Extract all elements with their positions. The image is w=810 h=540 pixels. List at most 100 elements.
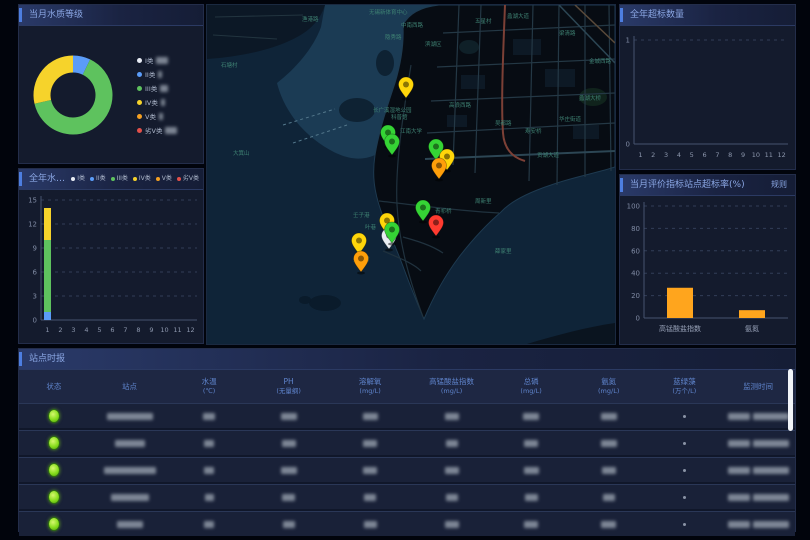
table-row[interactable] bbox=[19, 484, 795, 509]
legend-value-redacted bbox=[160, 85, 168, 92]
map-place-label: 金城西路 bbox=[589, 57, 612, 65]
donut-slice-IV类[interactable] bbox=[42, 64, 73, 102]
legend-item-V类[interactable]: V类 bbox=[137, 111, 177, 121]
map-place-label: 渔港路 bbox=[302, 15, 319, 23]
panel-station-report: 站点时报 状态站点水温(℃)PH(无量纲)溶解氧(mg/L)高锰酸盐指数(mg/… bbox=[18, 348, 796, 532]
redacted-value bbox=[445, 467, 459, 474]
svg-text:11: 11 bbox=[173, 326, 181, 334]
value-cell bbox=[570, 494, 648, 501]
legend-item-IV类[interactable]: IV类 bbox=[133, 169, 151, 189]
legend-item-II类[interactable]: II类 bbox=[90, 169, 106, 189]
legend-item-III类[interactable]: III类 bbox=[137, 83, 177, 93]
panel-title: 当月水质等级 bbox=[29, 5, 83, 25]
legend-item-劣V类[interactable]: 劣V类 bbox=[137, 125, 177, 135]
map-place-label: 科普馆 bbox=[391, 113, 408, 121]
table-scrollbar[interactable] bbox=[788, 369, 793, 431]
legend-dot bbox=[137, 114, 142, 119]
svg-text:60: 60 bbox=[631, 247, 640, 255]
value-cell bbox=[248, 440, 329, 447]
table-row[interactable] bbox=[19, 403, 795, 428]
redacted-value bbox=[601, 413, 617, 420]
time-cell bbox=[721, 440, 795, 447]
value-cell bbox=[329, 440, 410, 447]
legend-label: V类 bbox=[145, 111, 156, 121]
svg-text:8: 8 bbox=[728, 151, 732, 159]
map-place-label: 无锡新体育中心 bbox=[369, 8, 408, 16]
panel-year-exceed: 全年超标数量 10123456789101112 bbox=[619, 4, 796, 170]
redacted-value bbox=[446, 494, 458, 501]
rate-bar-氨氮[interactable] bbox=[739, 310, 765, 318]
rate-bar-高锰酸盐指数[interactable] bbox=[667, 288, 693, 318]
legend-item-III类[interactable]: III类 bbox=[111, 169, 128, 189]
stack-seg-III类[interactable] bbox=[44, 240, 51, 312]
value-cell bbox=[248, 467, 329, 474]
status-cell bbox=[19, 517, 89, 531]
map-place-label: 华庄街道 bbox=[559, 115, 582, 123]
status-dot-green bbox=[48, 490, 60, 504]
value-cell bbox=[329, 494, 410, 501]
value-cell bbox=[329, 413, 410, 420]
legend-item-I类[interactable]: I类 bbox=[71, 169, 85, 189]
legend-item-劣V类[interactable]: 劣V类 bbox=[177, 169, 199, 189]
map-place-label: 薛家里 bbox=[495, 247, 512, 255]
legend-dot bbox=[177, 177, 181, 181]
map-place-label: 五星村 bbox=[475, 17, 492, 25]
svg-text:2: 2 bbox=[58, 326, 62, 334]
redacted-value bbox=[363, 440, 377, 447]
table-col-PH: PH(无量纲) bbox=[248, 377, 329, 396]
map-canvas[interactable]: 石塘村渔港路无锡新体育中心中南西路隐秀路五星村滨湖区蠡湖大道梁清路金城西路蠡湖大… bbox=[207, 5, 615, 344]
panel-title: 全年超标数量 bbox=[630, 5, 684, 25]
status-dot-green bbox=[48, 409, 60, 423]
map-place-label: 青祁桥 bbox=[435, 207, 452, 215]
stack-seg-II类[interactable] bbox=[44, 312, 51, 320]
redacted-value bbox=[282, 494, 295, 501]
svg-text:氨氮: 氨氮 bbox=[745, 324, 759, 333]
empty-value-dot bbox=[683, 523, 686, 526]
redacted-value bbox=[282, 440, 296, 447]
svg-text:0: 0 bbox=[636, 315, 640, 323]
map-islet bbox=[299, 296, 311, 304]
value-cell bbox=[411, 413, 492, 420]
status-dot-green bbox=[48, 517, 60, 531]
value-cell bbox=[170, 521, 248, 528]
map-islet bbox=[309, 295, 341, 311]
svg-text:9: 9 bbox=[33, 245, 37, 253]
panel-map[interactable]: 石塘村渔港路无锡新体育中心中南西路隐秀路五星村滨湖区蠡湖大道梁清路金城西路蠡湖大… bbox=[206, 4, 616, 345]
stack-seg-IV类[interactable] bbox=[44, 208, 51, 240]
svg-text:12: 12 bbox=[777, 151, 785, 159]
donut-slice-II类[interactable] bbox=[73, 64, 86, 67]
rules-link[interactable]: 规则 bbox=[771, 175, 787, 195]
redacted-value bbox=[524, 521, 538, 528]
station-cell bbox=[89, 413, 170, 420]
panel-header-month-quality: 当月水质等级 bbox=[19, 5, 203, 26]
table-row[interactable] bbox=[19, 457, 795, 482]
svg-text:4: 4 bbox=[84, 326, 88, 334]
donut-legend: I类 II类 III类 IV类 V类劣V类 bbox=[137, 55, 177, 135]
table-row[interactable] bbox=[19, 511, 795, 536]
legend-item-I类[interactable]: I类 bbox=[137, 55, 177, 65]
redacted-date bbox=[728, 413, 750, 420]
svg-text:1: 1 bbox=[638, 151, 642, 159]
redacted-value bbox=[283, 521, 295, 528]
svg-text:2: 2 bbox=[651, 151, 655, 159]
empty-value-dot bbox=[683, 496, 686, 499]
table-row[interactable] bbox=[19, 430, 795, 455]
legend-item-IV类[interactable]: IV类 bbox=[137, 97, 177, 107]
legend-value-redacted bbox=[161, 99, 165, 106]
value-cell bbox=[248, 521, 329, 528]
svg-text:10: 10 bbox=[160, 326, 168, 334]
redacted-value bbox=[601, 440, 617, 447]
map-place-label: 蠡湖大道 bbox=[507, 12, 530, 20]
redacted-date bbox=[728, 521, 750, 528]
table-col-蓝绿藻: 蓝绿藻(万个/L) bbox=[647, 377, 721, 396]
svg-text:8: 8 bbox=[136, 326, 140, 334]
panel-header-station-report: 站点时报 bbox=[19, 349, 795, 370]
value-cell bbox=[170, 440, 248, 447]
year-quality-chart: 03691215123456789101112 bbox=[19, 190, 203, 342]
legend-item-V类[interactable]: V类 bbox=[156, 169, 172, 189]
legend-item-II类[interactable]: II类 bbox=[137, 69, 177, 79]
legend-value-redacted bbox=[158, 71, 162, 78]
table-col-高锰酸盐指数: 高锰酸盐指数(mg/L) bbox=[411, 377, 492, 396]
svg-text:20: 20 bbox=[631, 292, 640, 300]
redacted-date bbox=[728, 440, 750, 447]
